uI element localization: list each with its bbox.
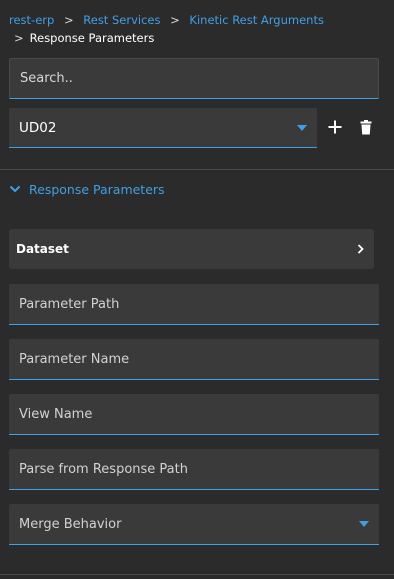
parameter-path-placeholder: Parameter Path <box>19 296 120 312</box>
dataset-row[interactable]: Dataset <box>9 229 374 269</box>
breadcrumb-line-1: rest-erp > Rest Services > Kinetic Rest … <box>9 11 389 29</box>
caret-down-icon[interactable] <box>297 124 307 131</box>
parse-from-response-path-placeholder: Parse from Response Path <box>19 461 188 477</box>
record-selector-value: UD02 <box>19 119 57 136</box>
divider <box>0 169 394 170</box>
merge-behavior-placeholder: Merge Behavior <box>19 516 122 532</box>
caret-down-icon[interactable] <box>359 521 369 527</box>
breadcrumb: rest-erp > Rest Services > Kinetic Rest … <box>9 11 389 47</box>
chevron-down-icon[interactable] <box>9 185 21 193</box>
dataset-label: Dataset <box>16 242 69 256</box>
search-field[interactable] <box>9 58 379 99</box>
divider <box>0 574 394 575</box>
breadcrumb-separator: > <box>170 13 180 27</box>
trash-icon[interactable] <box>357 118 375 136</box>
view-name-field[interactable]: View Name <box>9 394 379 435</box>
section-header-response-parameters[interactable]: Response Parameters <box>9 179 309 199</box>
parameter-path-field[interactable]: Parameter Path <box>9 284 379 325</box>
merge-behavior-dropdown[interactable]: Merge Behavior <box>9 504 379 545</box>
breadcrumb-line-2: > Response Parameters <box>9 29 389 47</box>
breadcrumb-item-rest-erp[interactable]: rest-erp <box>9 13 54 27</box>
parameter-name-field[interactable]: Parameter Name <box>9 339 379 380</box>
breadcrumb-item-rest-services[interactable]: Rest Services <box>83 13 160 27</box>
parameter-name-placeholder: Parameter Name <box>19 351 130 367</box>
breadcrumb-current: Response Parameters <box>29 31 155 45</box>
breadcrumb-item-kinetic-rest-arguments[interactable]: Kinetic Rest Arguments <box>189 13 324 27</box>
breadcrumb-separator: > <box>14 31 24 45</box>
view-name-placeholder: View Name <box>19 406 93 422</box>
parse-from-response-path-field[interactable]: Parse from Response Path <box>9 449 379 490</box>
plus-icon[interactable] <box>326 118 344 136</box>
chevron-right-icon[interactable] <box>357 244 364 254</box>
section-title: Response Parameters <box>29 181 165 197</box>
breadcrumb-separator: > <box>63 13 74 27</box>
search-input[interactable] <box>20 71 378 86</box>
record-selector[interactable]: UD02 <box>9 108 317 148</box>
